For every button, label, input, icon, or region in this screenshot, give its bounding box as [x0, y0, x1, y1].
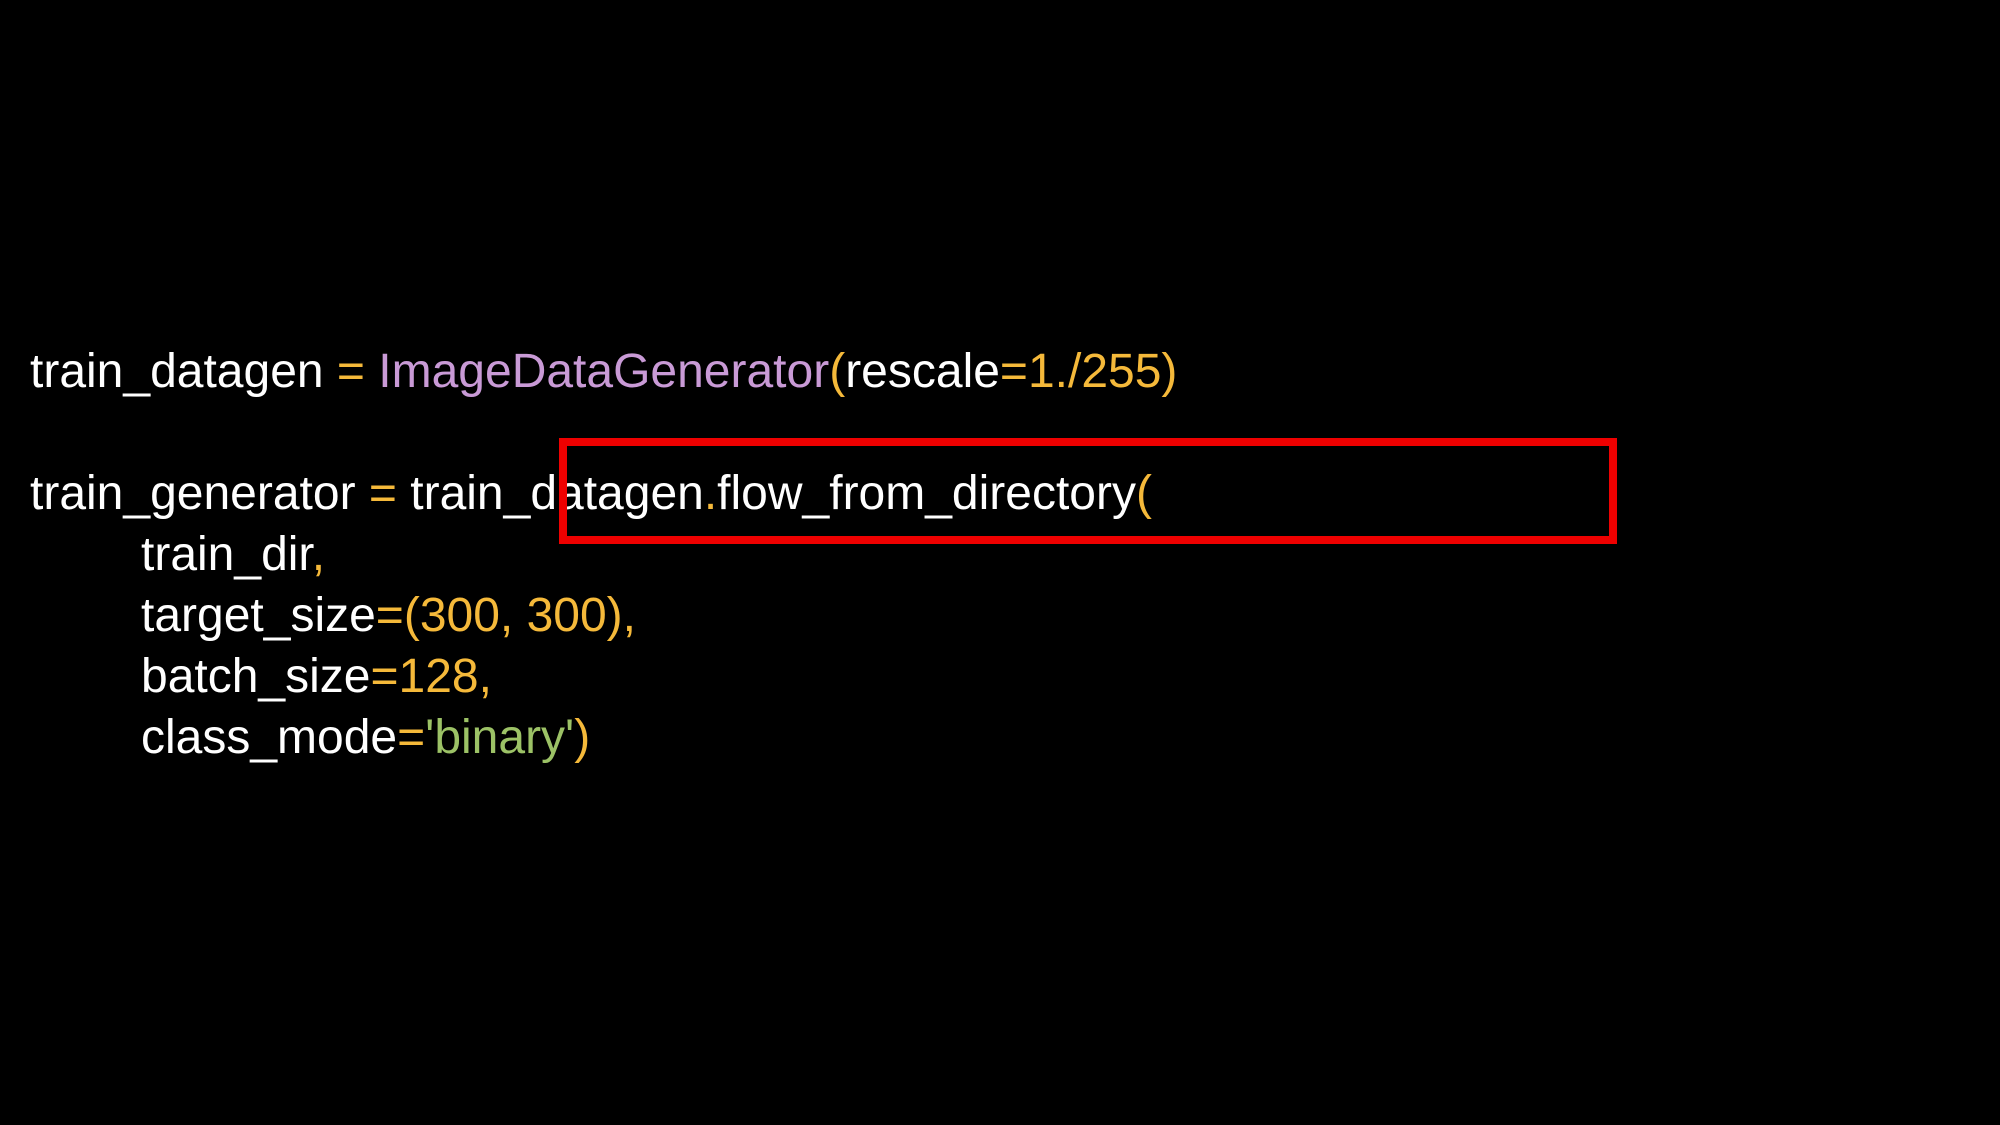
open-paren: ( — [829, 345, 846, 398]
equals-operator: = — [397, 711, 426, 764]
assign-operator: = — [355, 467, 411, 520]
close-paren: ) — [1161, 345, 1178, 398]
keyword-argument: batch_size — [141, 650, 371, 703]
class-name: ImageDataGenerator — [378, 345, 830, 398]
argument-value: 128, — [398, 650, 492, 703]
variable-name: train_generator — [30, 467, 356, 520]
close-paren: ) — [574, 711, 591, 764]
equals-operator: = — [375, 589, 404, 642]
keyword-argument: target_size — [141, 589, 376, 642]
slide: train_datagen = ImageDataGenerator(resca… — [0, 0, 2000, 1125]
equals-operator: = — [370, 650, 399, 703]
positional-argument: train_dir — [141, 528, 312, 581]
keyword-argument: rescale — [845, 345, 1000, 398]
code-line-datagen: train_datagen = ImageDataGenerator(resca… — [30, 342, 1177, 402]
argument-value: (300, 300), — [403, 589, 636, 642]
argument-value: 1./255 — [1027, 345, 1162, 398]
string-value: 'binary' — [425, 711, 575, 764]
comma: , — [311, 528, 326, 581]
assign-operator: = — [323, 345, 379, 398]
code-line-batch-size: batch_size=128, — [141, 647, 492, 707]
code-line-target-size: target_size=(300, 300), — [141, 586, 636, 646]
equals-operator: = — [999, 345, 1028, 398]
code-line-class-mode: class_mode='binary') — [141, 708, 590, 768]
code-line-train-dir: train_dir, — [141, 525, 325, 585]
variable-name: train_datagen — [30, 345, 324, 398]
highlight-box — [559, 438, 1617, 544]
keyword-argument: class_mode — [141, 711, 398, 764]
